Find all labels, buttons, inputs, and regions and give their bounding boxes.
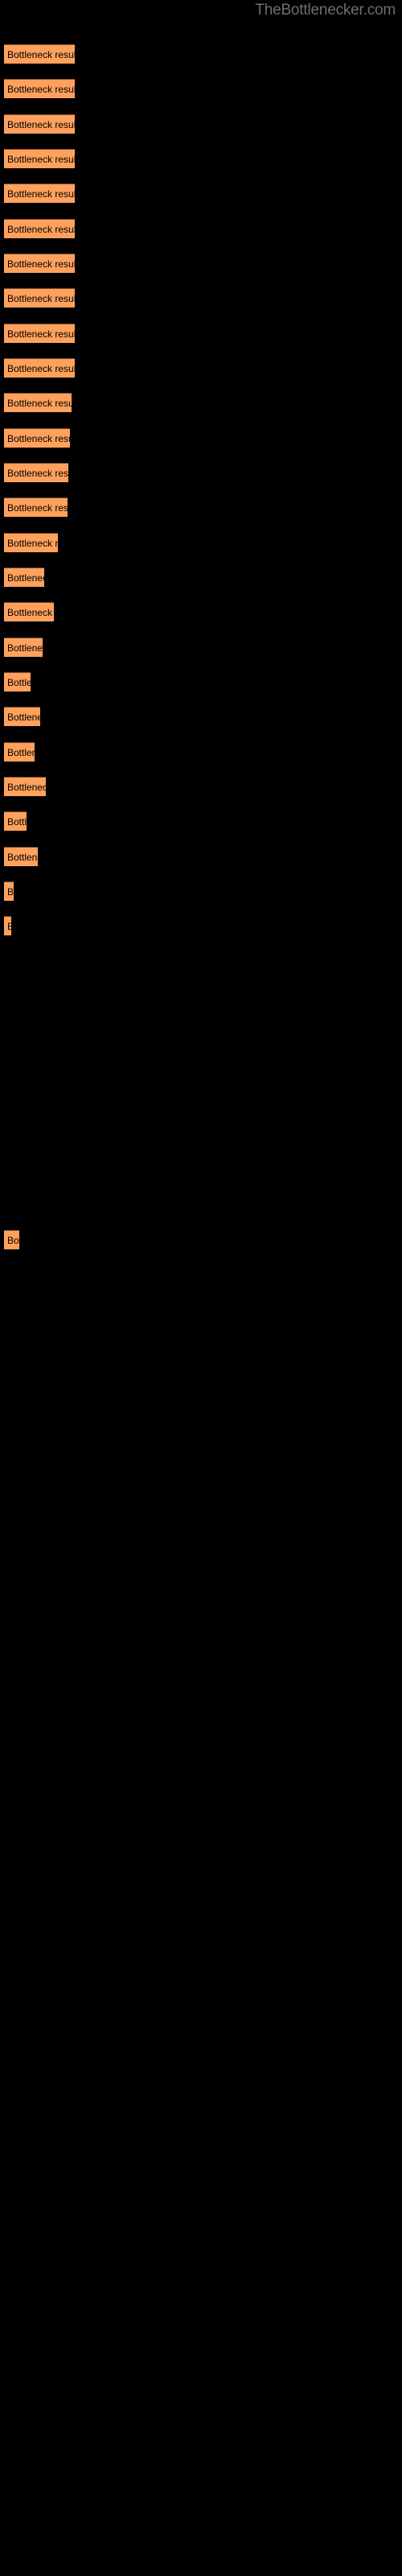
horizontal-bar-chart: Bottleneck result Bottleneck result Bottle… (0, 0, 402, 2576)
bar-row: Bottleneck result (4, 184, 75, 203)
bar: Bottleneck result (4, 497, 68, 517)
bar-row: Bottleneck result (4, 497, 68, 517)
bar: Bottleneck result (4, 428, 70, 448)
bar: Bottleneck result (4, 672, 31, 691)
bar: Bottleneck result (4, 847, 38, 866)
bar-row: Bottleneck result (4, 811, 27, 831)
bar-row: Bottleneck result (4, 916, 11, 935)
bar-row: Bottleneck result (4, 533, 58, 552)
bar-row: Bottleneck result (4, 324, 75, 343)
bar: Bottleneck result (4, 114, 75, 134)
bar-value-label: Bottleneck result (7, 886, 14, 898)
bar: Bottleneck result (4, 288, 75, 308)
bar-value-label: Bottleneck result (7, 607, 54, 618)
bar-value-label: Bottleneck result (7, 84, 75, 95)
bar-value-label: Bottleneck result (7, 119, 75, 130)
bar: Bottleneck result (4, 568, 44, 587)
bar: Bottleneck result (4, 44, 75, 64)
bar: Bottleneck result (4, 602, 54, 621)
bar-row: Bottleneck result (4, 742, 35, 762)
bar-value-label: Bottleneck result (7, 328, 75, 340)
bar-value-label: Bottleneck result (7, 363, 75, 374)
bar: Bottleneck result (4, 463, 68, 482)
bar-value-label: Bottleneck result (7, 538, 58, 549)
bar-value-label: Bottleneck result (7, 747, 35, 758)
bar-value-label: Bottleneck result (7, 258, 75, 270)
bar-row: Bottleneck result (4, 777, 46, 796)
bar: Bottleneck result (4, 358, 75, 378)
bar: Bottleneck result (4, 219, 75, 238)
bar: Bottleneck result (4, 777, 46, 796)
bar: Bottleneck result (4, 324, 75, 343)
bar-row: Bottleneck result (4, 79, 75, 98)
bar-row: Bottleneck result (4, 219, 75, 238)
bar: Bottleneck result (4, 742, 35, 762)
bar-row: Bottleneck result (4, 568, 44, 587)
bar-row: Bottleneck result (4, 288, 75, 308)
bar-row: Bottleneck result (4, 114, 75, 134)
bar: Bottleneck result (4, 254, 75, 273)
bar-value-label: Bottleneck result (7, 468, 68, 479)
bar-value-label: Bottleneck result (7, 852, 38, 863)
bar-row: Bottleneck result (4, 602, 54, 621)
bar-value-label: Bottleneck result (7, 49, 75, 60)
bar-row: Bottleneck result (4, 847, 38, 866)
bar-row: Bottleneck result (4, 393, 72, 412)
bar-row: Bottleneck result (4, 44, 75, 64)
bar-row: Bottleneck result (4, 149, 75, 168)
bar-value-label: Bottleneck result (7, 712, 40, 723)
bar: Bottleneck result (4, 1230, 19, 1249)
bar: Bottleneck result (4, 184, 75, 203)
bar-value-label: Bottleneck result (7, 572, 44, 584)
bar-value-label: Bottleneck result (7, 1235, 19, 1246)
bar-row: Bottleneck result (4, 672, 31, 691)
bar: Bottleneck result (4, 707, 40, 726)
bar-value-label: Bottleneck result (7, 398, 72, 409)
bar-row: Bottleneck result (4, 254, 75, 273)
bar-value-label: Bottleneck result (7, 502, 68, 514)
bar: Bottleneck result (4, 638, 43, 657)
chart-page: TheBottlenecker.com Bottleneck result Bot… (0, 0, 402, 2576)
bar-value-label: Bottleneck result (7, 816, 27, 828)
bar: Bottleneck result (4, 393, 72, 412)
bar-value-label: Bottleneck result (7, 782, 46, 793)
bar-row: Bottleneck result (4, 463, 68, 482)
bar: Bottleneck result (4, 79, 75, 98)
bar: Bottleneck result (4, 916, 11, 935)
bar-value-label: Bottleneck result (7, 917, 11, 935)
bar-value-label: Bottleneck result (7, 642, 43, 654)
bar-value-label: Bottleneck result (7, 224, 75, 235)
bar-value-label: Bottleneck result (7, 293, 75, 304)
bar-row: Bottleneck result (4, 428, 70, 448)
bar-value-label: Bottleneck result (7, 154, 75, 165)
bar-row: Bottleneck result (4, 881, 14, 901)
bar: Bottleneck result (4, 533, 58, 552)
bar: Bottleneck result (4, 881, 14, 901)
bar-value-label: Bottleneck result (7, 188, 75, 200)
bar-value-label: Bottleneck result (7, 433, 70, 444)
bar-row: Bottleneck result (4, 638, 43, 657)
bar: Bottleneck result (4, 149, 75, 168)
bar-row: Bottleneck result (4, 707, 40, 726)
bar-row: Bottleneck result (4, 358, 75, 378)
bar-value-label: Bottleneck result (7, 677, 31, 688)
bar-row: Bottleneck result (4, 1230, 19, 1249)
bar: Bottleneck result (4, 811, 27, 831)
